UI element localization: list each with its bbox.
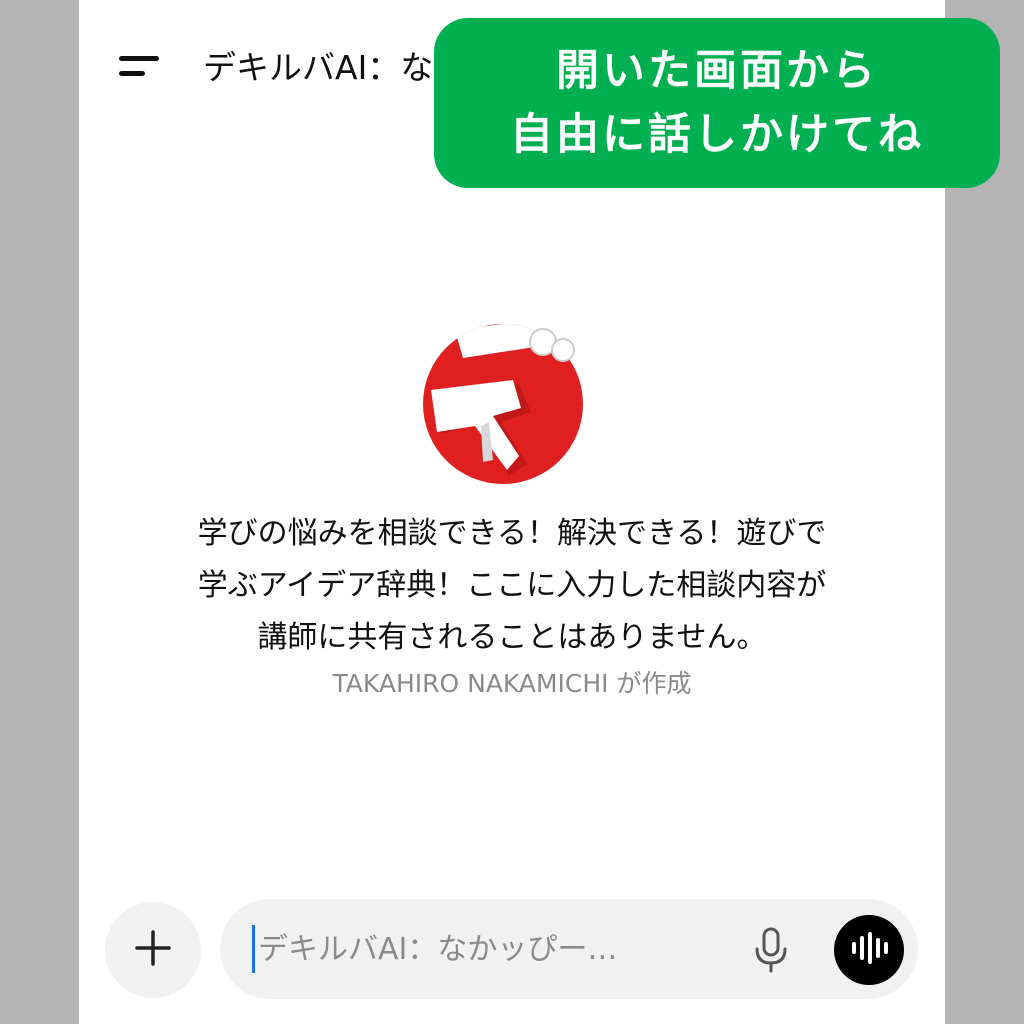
description-line-2: 学ぶアイデア辞典！ここに入力した相談内容が [197, 568, 827, 603]
menu-bar-bottom [119, 71, 145, 76]
gpt-description: 学びの悩みを相談できる！解決できる！遊びで 学ぶアイデア辞典！ここに入力した相談… [79, 508, 945, 664]
page-title: デキルバAI：な [203, 48, 434, 87]
voice-mode-icon [849, 932, 889, 968]
message-composer[interactable] [220, 899, 918, 999]
menu-bar-top [119, 56, 159, 61]
text-caret [252, 925, 255, 973]
banner-line-2: 自由に話しかけてね [510, 110, 924, 160]
author-credit: TAKAHIRO NAKAMICHI が作成 [332, 669, 692, 698]
microphone-icon[interactable] [751, 927, 791, 973]
voice-mode-button[interactable] [834, 915, 904, 985]
description-line-3: 講師に共有されることはありません。 [257, 620, 767, 655]
banner-line-1: 開いた画面から [556, 46, 878, 96]
attach-button[interactable] [105, 902, 201, 998]
instruction-banner: 開いた画面から 自由に話しかけてね [434, 18, 1000, 188]
description-line-1: 学びの悩みを相談できる！解決できる！遊びで [197, 516, 827, 551]
plus-icon [135, 930, 171, 970]
hamburger-menu-icon[interactable] [119, 54, 161, 80]
dekiruba-logo-icon [423, 324, 583, 484]
message-input[interactable] [258, 921, 698, 977]
